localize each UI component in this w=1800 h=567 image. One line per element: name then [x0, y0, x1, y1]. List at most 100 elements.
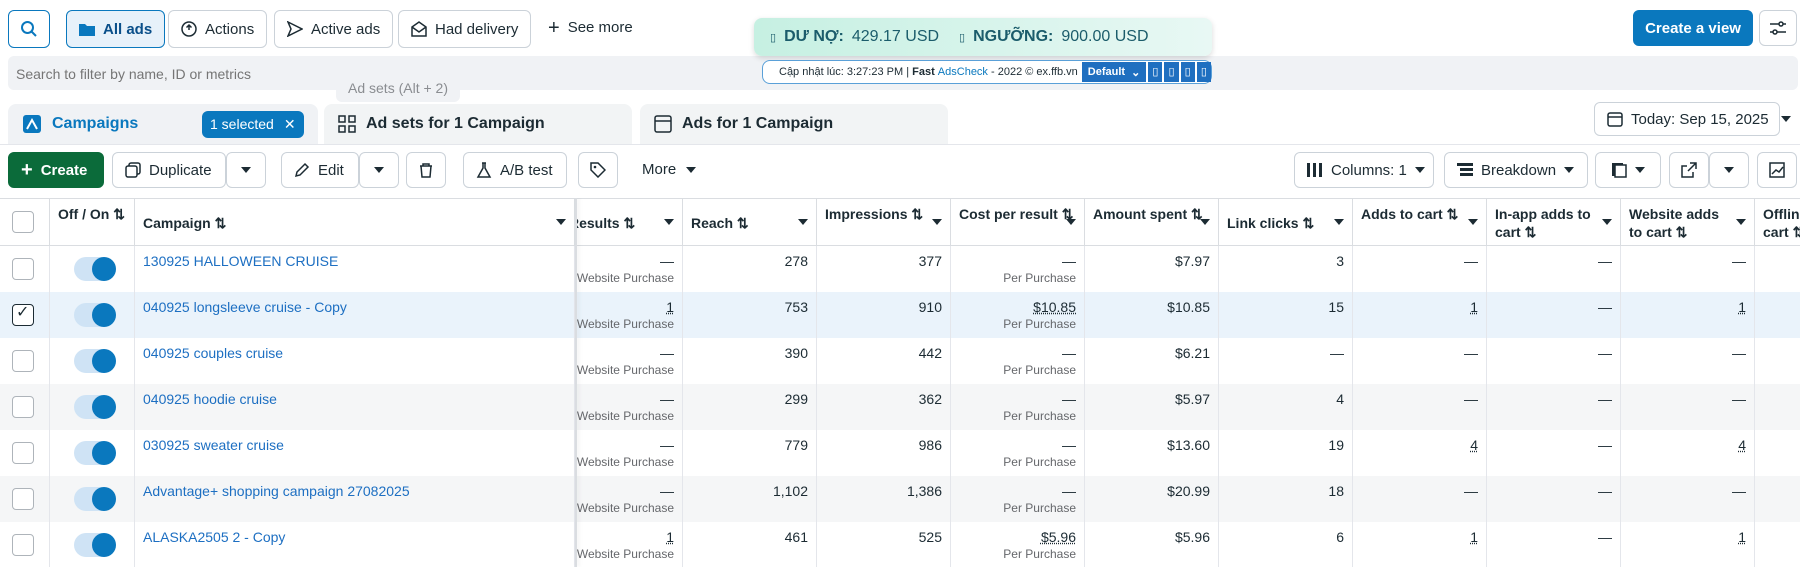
campaign-name-link[interactable]: 040925 couples cruise [143, 344, 283, 362]
chevron-down-icon[interactable] [556, 219, 566, 225]
chevron-down-icon[interactable] [932, 219, 942, 225]
campaign-name-link[interactable]: Advantage+ shopping campaign 27082025 [143, 482, 410, 500]
campaign-name-link[interactable]: 040925 hoodie cruise [143, 390, 277, 408]
edit-label: Edit [318, 161, 344, 179]
tool-button-4[interactable]: ▯ [1196, 62, 1211, 82]
search-input[interactable] [16, 62, 616, 86]
create-button[interactable]: + Create [8, 152, 104, 188]
tab-campaigns[interactable]: Campaigns 1 selected ✕ [8, 104, 318, 144]
delivery-toggle[interactable] [74, 441, 116, 465]
chevron-down-icon[interactable] [1602, 219, 1612, 225]
duplicate-dropdown[interactable] [226, 152, 266, 188]
actions-chip[interactable]: Actions [168, 10, 268, 48]
export-button[interactable] [1669, 152, 1709, 188]
delivery-toggle[interactable] [74, 395, 116, 419]
had-delivery-chip[interactable]: Had delivery [398, 10, 532, 48]
cost-per-result-value[interactable]: $10.85 [1033, 299, 1076, 315]
selected-badge[interactable]: 1 selected ✕ [202, 110, 304, 138]
tool-button-3[interactable]: ▯ [1180, 62, 1195, 82]
chevron-down-icon[interactable] [1066, 219, 1076, 225]
row-checkbox[interactable] [12, 534, 34, 556]
campaign-name-link[interactable]: 040925 longsleeve cruise - Copy [143, 298, 347, 316]
header-offline-adds[interactable]: Offline adds to cart ⇅ [1755, 199, 1800, 247]
tool-button-2[interactable]: ▯ [1164, 62, 1179, 82]
adds-to-cart-value[interactable]: 1 [1470, 299, 1478, 315]
row-checkbox[interactable] [12, 258, 34, 280]
row-checkbox[interactable] [12, 396, 34, 418]
header-reach[interactable]: Reach ⇅ [683, 199, 817, 247]
active-ads-chip[interactable]: Active ads [274, 10, 394, 48]
delivery-toggle[interactable] [74, 487, 116, 511]
delete-button[interactable] [406, 152, 446, 188]
edit-button[interactable]: Edit [281, 152, 359, 188]
settings-button[interactable] [1759, 10, 1797, 46]
export-dropdown[interactable] [1709, 152, 1749, 188]
header-website-adds[interactable]: Website adds to cart ⇅ [1621, 199, 1755, 247]
table-row[interactable]: Advantage+ shopping campaign 27082025 — We… [0, 476, 1800, 522]
row-website-adds-cell: — [1621, 246, 1755, 292]
delivery-toggle[interactable] [74, 303, 116, 327]
website-adds-value[interactable]: 1 [1738, 529, 1746, 545]
adds-to-cart-value[interactable]: 1 [1470, 529, 1478, 545]
chevron-down-icon[interactable] [1736, 219, 1746, 225]
ab-test-button[interactable]: A/B test [463, 152, 567, 188]
row-checkbox[interactable] [12, 488, 34, 510]
tool-button-1[interactable]: ▯ [1148, 62, 1163, 82]
close-icon[interactable]: ✕ [284, 116, 296, 133]
see-more-button[interactable]: + See more [548, 18, 633, 38]
table-row[interactable]: 040925 couples cruise — Website Purchase 39… [0, 338, 1800, 384]
chevron-down-icon[interactable] [1200, 219, 1210, 225]
header-results[interactable]: Results ⇅ [575, 199, 683, 247]
website-adds-value[interactable]: 4 [1738, 437, 1746, 453]
delivery-toggle[interactable] [74, 257, 116, 281]
date-picker[interactable]: Today: Sep 15, 2025 [1594, 102, 1791, 136]
select-all-checkbox[interactable] [12, 211, 34, 233]
chevron-down-icon[interactable] [1468, 219, 1478, 225]
header-link-clicks[interactable]: Link clicks ⇅ [1219, 199, 1353, 247]
amount-spent-value: $13.60 [1167, 437, 1210, 453]
more-button[interactable]: More [642, 161, 697, 178]
all-ads-chip[interactable]: All ads [66, 10, 166, 48]
columns-button[interactable]: Columns: 1 [1294, 152, 1434, 188]
duplicate-button[interactable]: Duplicate [112, 152, 226, 188]
tab-adsets[interactable]: Ad sets for 1 Campaign [324, 104, 632, 144]
tab-ads[interactable]: Ads for 1 Campaign [640, 104, 948, 144]
columns-icon [1307, 163, 1322, 177]
campaign-name-link[interactable]: ALASKA2505 2 - Copy [143, 528, 285, 546]
chevron-down-icon[interactable] [1334, 219, 1344, 225]
table-row[interactable]: 130925 HALLOWEEN CRUISE — Website Purchase… [0, 246, 1800, 292]
delivery-toggle[interactable] [74, 349, 116, 373]
chevron-down-icon[interactable] [664, 219, 674, 225]
delivery-toggle[interactable] [74, 533, 116, 557]
search-button[interactable] [8, 10, 50, 48]
results-value[interactable]: 1 [666, 529, 674, 545]
row-checkbox[interactable] [12, 442, 34, 464]
header-amount-spent[interactable]: Amount spent ⇅ [1085, 199, 1219, 247]
header-inapp-adds[interactable]: In-app adds to cart ⇅ [1487, 199, 1621, 247]
table-row[interactable]: 040925 hoodie cruise — Website Purchase 299… [0, 384, 1800, 430]
header-campaign[interactable]: Campaign ⇅ [135, 199, 575, 247]
cost-per-result-value[interactable]: $5.96 [1041, 529, 1076, 545]
table-row[interactable]: ✓ 040925 longsleeve cruise - Copy 1 Website… [0, 292, 1800, 338]
chevron-down-icon[interactable] [798, 219, 808, 225]
header-adds-to-cart[interactable]: Adds to cart ⇅ [1353, 199, 1487, 247]
results-value[interactable]: 1 [666, 299, 674, 315]
row-checkbox[interactable]: ✓ [12, 304, 34, 326]
header-impressions[interactable]: Impressions ⇅ [817, 199, 951, 247]
campaign-name-link[interactable]: 030925 sweater cruise [143, 436, 284, 454]
edit-dropdown[interactable] [359, 152, 399, 188]
header-cost-per-result[interactable]: Cost per result ⇅ [951, 199, 1085, 247]
reports-button[interactable] [1595, 152, 1661, 188]
website-adds-value[interactable]: 1 [1738, 299, 1746, 315]
breakdown-button[interactable]: Breakdown [1444, 152, 1588, 188]
preset-select[interactable]: Default ⌄ [1081, 62, 1147, 82]
adds-to-cart-value[interactable]: 4 [1470, 437, 1478, 453]
create-view-button[interactable]: Create a view [1633, 10, 1753, 46]
header-offon[interactable]: Off / On ⇅ [50, 199, 135, 247]
table-row[interactable]: ALASKA2505 2 - Copy 1 Website Purchase 461 5… [0, 522, 1800, 567]
chart-button[interactable] [1757, 152, 1797, 188]
table-row[interactable]: 030925 sweater cruise — Website Purchase 77… [0, 430, 1800, 476]
campaign-name-link[interactable]: 130925 HALLOWEEN CRUISE [143, 252, 338, 270]
tag-button[interactable] [578, 152, 618, 188]
row-checkbox[interactable] [12, 350, 34, 372]
